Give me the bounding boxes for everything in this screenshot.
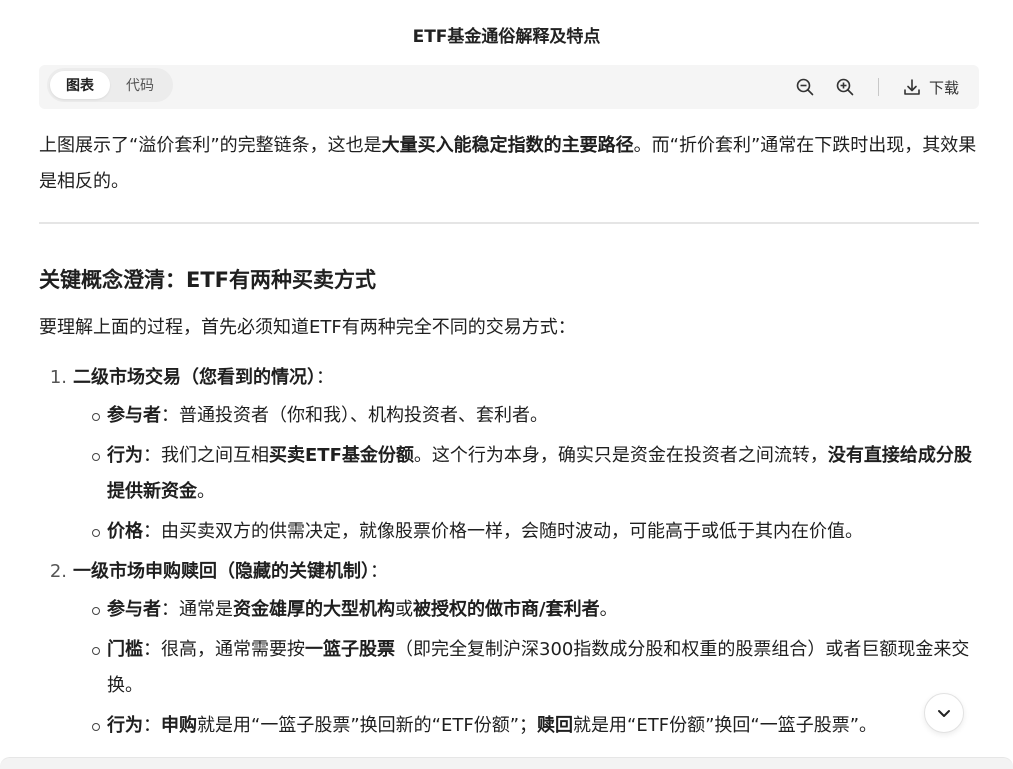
sub-list-item: 参与者：普通投资者（你和我）、机构投资者、套利者。 (85, 398, 979, 434)
list-number: 2. (49, 561, 67, 582)
list-number: 1. (49, 367, 67, 388)
toolbar-actions: 下载 (776, 65, 959, 109)
view-tabs: 图表 代码 (47, 68, 173, 102)
section-intro: 要理解上面的过程，首先必须知道ETF有两种完全不同的交易方式： (39, 317, 576, 338)
bullet-icon (85, 708, 107, 731)
bullet-icon (85, 438, 107, 461)
list-item: 1. 二级市场交易（您看到的情况）： (39, 360, 979, 396)
sub-list-item: 行为：申购就是用“一篮子股票”换回新的“ETF份额”；赎回就是用“ETF份额”换… (85, 708, 979, 744)
list-item-title: 二级市场交易（您看到的情况）： (73, 367, 334, 388)
toolbar-divider (877, 78, 879, 96)
sub-list-item: 门槛：很高，通常需要按一篮子股票（即完全复制沪深300指数成分股和权重的股票组合… (85, 632, 979, 704)
tab-code[interactable]: 代码 (110, 71, 170, 99)
scroll-down-button[interactable] (924, 693, 964, 733)
sub-list-item: 行为：我们之间互相买卖ETF基金份额。这个行为本身，确实只是资金在投资者之间流转… (85, 438, 979, 510)
intro-paragraph: 上图展示了“溢价套利”的完整链条，这也是大量买入能稳定指数的主要路径。而“折价套… (39, 135, 977, 192)
download-label: 下载 (928, 78, 959, 97)
sub-list-item: 价格：由买卖双方的供需决定，就像股票价格一样，会随时波动，可能高于或低于其内在价… (85, 514, 979, 550)
sub-list-item: 参与者：通常是资金雄厚的大型机构或被授权的做市商/套利者。 (85, 592, 979, 628)
article-content: 上图展示了“溢价套利”的完整链条，这也是大量买入能稳定指数的主要路径。而“折价套… (39, 128, 979, 748)
list-item: 2. 一级市场申购赎回（隐藏的关键机制）： (39, 554, 979, 590)
toolbar: 图表 代码 下载 (39, 65, 979, 109)
bullet-icon (85, 514, 107, 537)
page-title: ETF基金通俗解释及特点 (412, 27, 601, 47)
section-heading: 关键概念澄清：ETF有两种买卖方式 (39, 268, 377, 292)
section-divider (39, 222, 979, 224)
zoom-in-icon[interactable] (834, 76, 856, 98)
sub-list: 参与者：普通投资者（你和我）、机构投资者、套利者。 行为：我们之间互相买卖ETF… (85, 398, 979, 550)
bullet-icon (85, 632, 107, 655)
download-icon (901, 76, 923, 98)
input-panel-edge (0, 757, 1013, 769)
sub-list: 参与者：通常是资金雄厚的大型机构或被授权的做市商/套利者。 门槛：很高，通常需要… (85, 592, 979, 744)
bullet-icon (85, 592, 107, 615)
tab-chart[interactable]: 图表 (50, 71, 110, 99)
download-button[interactable]: 下载 (901, 76, 959, 98)
bullet-icon (85, 398, 107, 421)
chevron-down-icon (938, 710, 950, 717)
list-item-title: 一级市场申购赎回（隐藏的关键机制）： (73, 561, 388, 582)
zoom-out-icon[interactable] (794, 76, 816, 98)
